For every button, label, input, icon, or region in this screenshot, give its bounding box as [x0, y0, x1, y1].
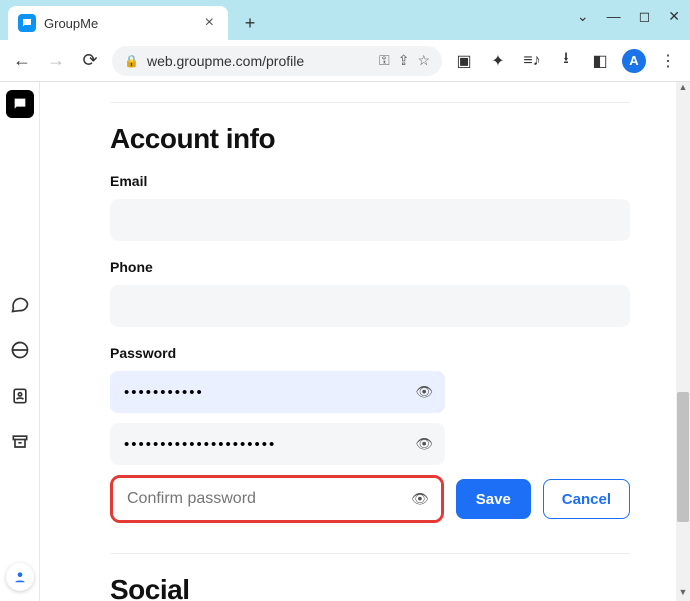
password-label: Password — [110, 345, 630, 361]
lock-icon: 🔒 — [124, 54, 139, 68]
email-field[interactable] — [110, 199, 630, 241]
divider — [110, 553, 630, 554]
eye-icon[interactable]: 👁 — [415, 384, 433, 401]
save-button[interactable]: Save — [456, 479, 531, 519]
archive-icon[interactable] — [8, 430, 32, 454]
scrollbar-track[interactable]: ▲ ▼ — [676, 82, 690, 601]
browser-titlebar: GroupMe × + ⌄ — ◻ ✕ — [0, 0, 690, 40]
eye-icon[interactable]: 👁 — [411, 491, 429, 508]
chrome-menu-icon[interactable]: ⌄ — [577, 8, 589, 25]
share-icon[interactable]: ⇪ — [398, 52, 410, 69]
translate-icon[interactable]: ▣ — [452, 51, 476, 71]
divider — [110, 102, 630, 103]
url-text: web.groupme.com/profile — [147, 53, 371, 69]
contacts-icon[interactable] — [8, 384, 32, 408]
star-icon[interactable]: ☆ — [417, 52, 430, 69]
new-password-field[interactable] — [110, 423, 445, 465]
reading-list-icon[interactable]: ≡♪ — [520, 52, 544, 70]
close-window-icon[interactable]: ✕ — [668, 8, 680, 25]
downloads-icon[interactable]: ⭳ — [554, 47, 578, 74]
forward-button[interactable]: → — [44, 50, 68, 71]
tab-close-icon[interactable]: × — [201, 14, 218, 32]
window-controls: ⌄ — ◻ ✕ — [577, 8, 680, 25]
sidepanel-icon[interactable]: ◧ — [588, 51, 612, 71]
minimize-icon[interactable]: — — [607, 8, 621, 25]
browser-toolbar: ← → ⟳ 🔒 web.groupme.com/profile ⚿ ⇪ ☆ ▣ … — [0, 40, 690, 82]
browser-tab[interactable]: GroupMe × — [8, 6, 228, 40]
discover-icon[interactable] — [8, 338, 32, 362]
chats-icon[interactable] — [8, 292, 32, 316]
extensions-icon[interactable]: ✦ — [486, 51, 510, 71]
profile-avatar[interactable]: A — [622, 49, 646, 73]
profile-icon[interactable] — [6, 563, 34, 591]
groupme-favicon-icon — [18, 14, 36, 32]
address-bar[interactable]: 🔒 web.groupme.com/profile ⚿ ⇪ ☆ — [112, 46, 442, 76]
maximize-icon[interactable]: ◻ — [639, 8, 651, 25]
phone-field[interactable] — [110, 285, 630, 327]
confirm-password-field[interactable] — [113, 478, 441, 520]
scrollbar-thumb[interactable] — [677, 392, 689, 522]
back-button[interactable]: ← — [10, 50, 34, 71]
tab-title: GroupMe — [44, 16, 201, 31]
key-icon[interactable]: ⚿ — [379, 52, 390, 69]
new-tab-button[interactable]: + — [236, 9, 264, 37]
main-content: Account info Email Phone Password 👁 👁 👁 … — [40, 82, 690, 601]
scroll-up-icon[interactable]: ▲ — [676, 82, 690, 96]
reload-button[interactable]: ⟳ — [78, 50, 102, 71]
section-title-social: Social — [110, 574, 630, 601]
current-password-field[interactable] — [110, 371, 445, 413]
app-sidebar — [0, 82, 40, 601]
kebab-menu-icon[interactable]: ⋮ — [656, 51, 680, 71]
scroll-down-icon[interactable]: ▼ — [676, 587, 690, 601]
confirm-password-highlight: 👁 — [110, 475, 444, 523]
eye-icon[interactable]: 👁 — [415, 436, 433, 453]
email-label: Email — [110, 173, 630, 189]
section-title-account: Account info — [110, 123, 630, 155]
phone-label: Phone — [110, 259, 630, 275]
groupme-logo-icon[interactable] — [6, 90, 34, 118]
cancel-button[interactable]: Cancel — [543, 479, 630, 519]
